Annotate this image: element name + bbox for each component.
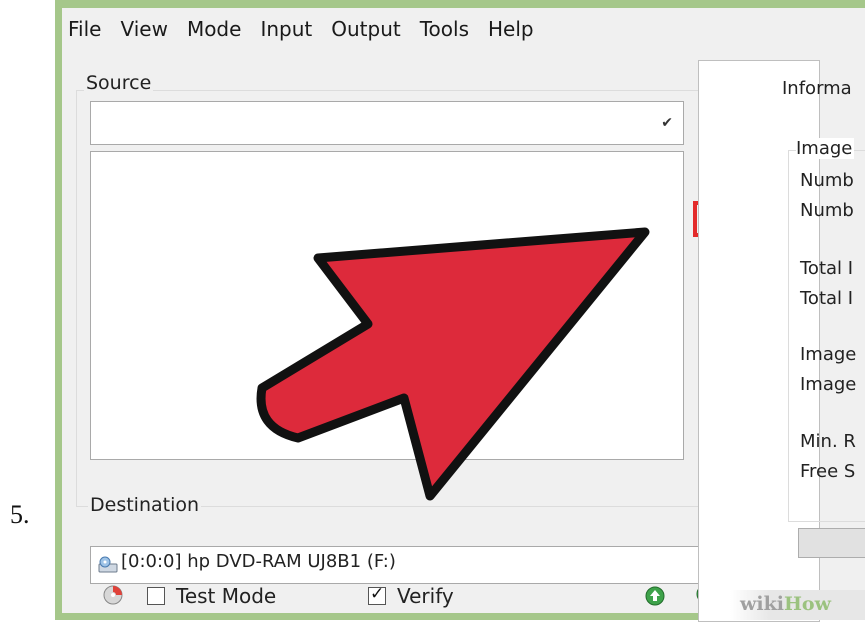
info-line: Total I [800, 258, 854, 279]
wikihow-watermark: wikiHow [730, 590, 865, 620]
info-line: Numb [800, 200, 854, 221]
info-line: Image [800, 374, 857, 395]
destination-label: Destination [88, 494, 202, 516]
test-mode-checkbox[interactable] [147, 587, 165, 605]
verify-checkbox[interactable]: ✓ [368, 584, 386, 605]
info-line: Total I [800, 288, 854, 309]
disc-icon [102, 584, 124, 610]
info-line: Free S [800, 461, 856, 482]
drive-label: [0:0:0] hp DVD-RAM UJ8B1 (F:) [121, 551, 396, 572]
step-number: 5. [10, 500, 30, 529]
verify-label: Verify [397, 584, 454, 608]
test-mode-label: Test Mode [176, 584, 277, 608]
menu-view[interactable]: View [120, 17, 167, 41]
information-tab[interactable]: Informa [782, 78, 852, 99]
menu-help[interactable]: Help [488, 17, 534, 41]
menu-mode[interactable]: Mode [187, 17, 242, 41]
info-line: Numb [800, 170, 854, 191]
drive-icon [97, 555, 119, 579]
menu-input[interactable]: Input [260, 17, 312, 41]
source-file-list[interactable] [90, 151, 684, 460]
menu-bar: File View Mode Input Output Tools Help [62, 8, 865, 50]
move-up-icon[interactable] [644, 585, 666, 611]
checkmark-icon: ✓ [370, 584, 385, 604]
image-group-label: Image [796, 138, 855, 159]
info-line: Min. R [800, 431, 856, 452]
info-line: Image [800, 344, 857, 365]
source-label: Source [84, 72, 154, 94]
watermark-how: How [783, 593, 831, 615]
chevron-down-icon: ✔︎ [661, 115, 673, 131]
info-action-button[interactable] [798, 528, 865, 558]
menu-tools[interactable]: Tools [420, 17, 469, 41]
destination-combo[interactable]: [0:0:0] hp DVD-RAM UJ8B1 (F:) ✔︎ [90, 546, 730, 584]
watermark-wiki: wiki [740, 593, 784, 615]
menu-file[interactable]: File [68, 17, 101, 41]
source-combo[interactable]: ✔︎ [90, 101, 684, 145]
menu-output[interactable]: Output [331, 17, 400, 41]
